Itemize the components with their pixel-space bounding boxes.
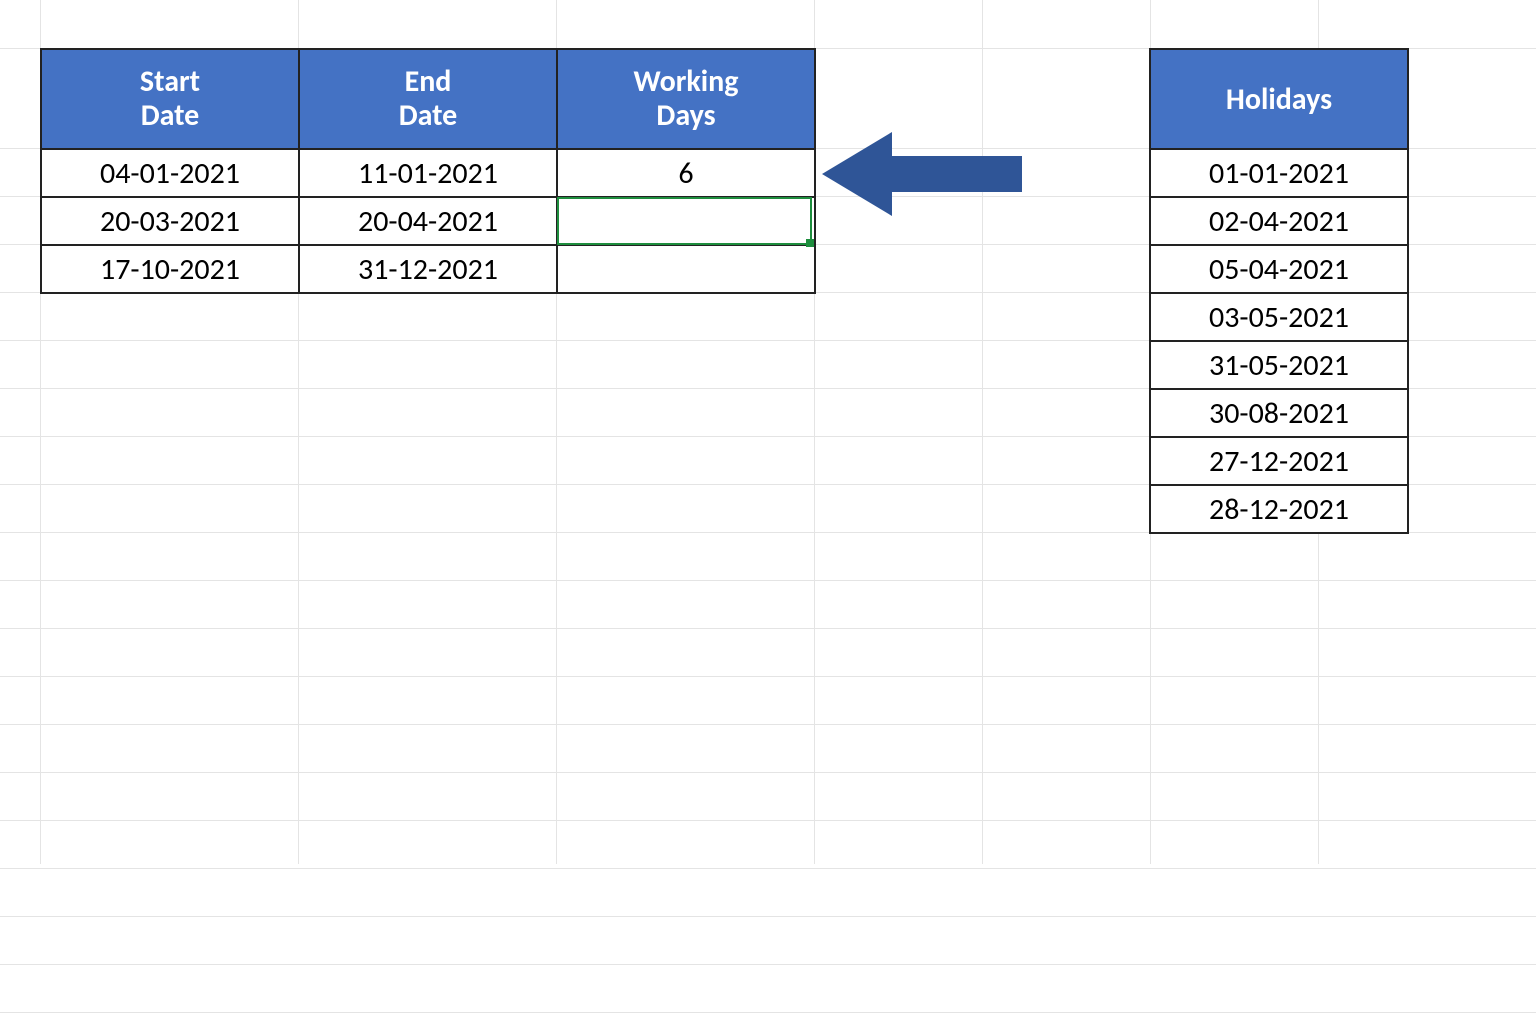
- table-header-row: StartDate EndDate WorkingDays: [41, 49, 815, 149]
- cell-start-date[interactable]: 17-10-2021: [41, 245, 299, 293]
- cell-holiday[interactable]: 05-04-2021: [1150, 245, 1408, 293]
- table-row[interactable]: 02-04-2021: [1150, 197, 1408, 245]
- cell-start-date[interactable]: 20-03-2021: [41, 197, 299, 245]
- table-row[interactable]: 30-08-2021: [1150, 389, 1408, 437]
- table-row[interactable]: 05-04-2021: [1150, 245, 1408, 293]
- header-start-date: StartDate: [41, 49, 299, 149]
- arrow-icon: [822, 132, 1022, 216]
- table-row[interactable]: 04-01-2021 11-01-2021 6: [41, 149, 815, 197]
- holidays-table[interactable]: Holidays 01-01-2021 02-04-2021 05-04-202…: [1149, 48, 1409, 534]
- table-row[interactable]: 03-05-2021: [1150, 293, 1408, 341]
- cell-holiday[interactable]: 01-01-2021: [1150, 149, 1408, 197]
- table-row[interactable]: 28-12-2021: [1150, 485, 1408, 533]
- table-row[interactable]: 17-10-2021 31-12-2021: [41, 245, 815, 293]
- cell-end-date[interactable]: 20-04-2021: [299, 197, 557, 245]
- header-working-days: WorkingDays: [557, 49, 815, 149]
- working-days-table[interactable]: StartDate EndDate WorkingDays 04-01-2021…: [40, 48, 816, 294]
- cell-holiday[interactable]: 02-04-2021: [1150, 197, 1408, 245]
- table-row[interactable]: 31-05-2021: [1150, 341, 1408, 389]
- header-holidays: Holidays: [1150, 49, 1408, 149]
- cell-working-days[interactable]: [557, 245, 815, 293]
- cell-holiday[interactable]: 27-12-2021: [1150, 437, 1408, 485]
- cell-start-date[interactable]: 04-01-2021: [41, 149, 299, 197]
- table-row[interactable]: 01-01-2021: [1150, 149, 1408, 197]
- header-end-date: EndDate: [299, 49, 557, 149]
- table-header-row: Holidays: [1150, 49, 1408, 149]
- cell-holiday[interactable]: 30-08-2021: [1150, 389, 1408, 437]
- cell-working-days[interactable]: [557, 197, 815, 245]
- cell-working-days[interactable]: 6: [557, 149, 815, 197]
- cell-holiday[interactable]: 03-05-2021: [1150, 293, 1408, 341]
- cell-holiday[interactable]: 31-05-2021: [1150, 341, 1408, 389]
- cell-holiday[interactable]: 28-12-2021: [1150, 485, 1408, 533]
- table-row[interactable]: 27-12-2021: [1150, 437, 1408, 485]
- cell-end-date[interactable]: 11-01-2021: [299, 149, 557, 197]
- table-row[interactable]: 20-03-2021 20-04-2021: [41, 197, 815, 245]
- cell-end-date[interactable]: 31-12-2021: [299, 245, 557, 293]
